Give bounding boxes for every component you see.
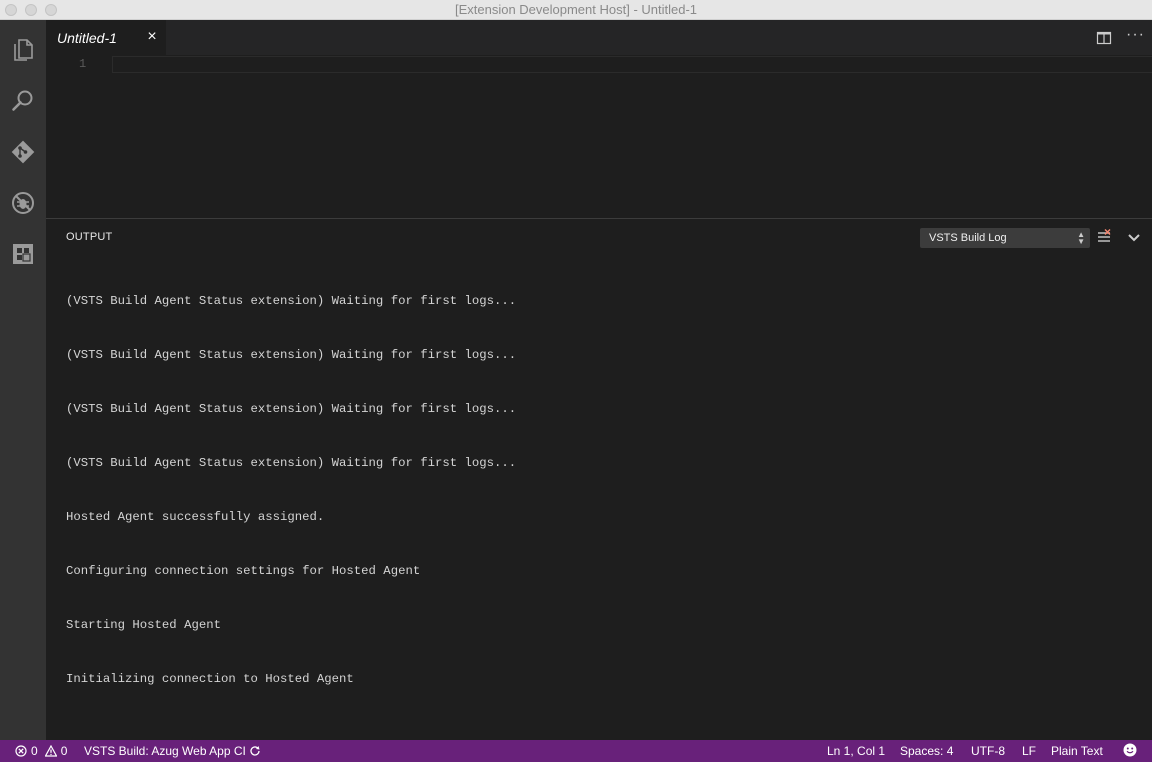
log-line: (VSTS Build Agent Status extension) Wait… (66, 348, 517, 362)
extensions-icon[interactable] (8, 239, 38, 269)
clear-output-icon[interactable] (1096, 229, 1112, 245)
close-icon[interactable]: × (144, 28, 160, 46)
log-line: (VSTS Build Agent Status extension) Wait… (66, 294, 517, 308)
split-editor-icon[interactable] (1096, 30, 1112, 46)
chevron-down-icon[interactable] (1126, 229, 1142, 245)
feedback-smiley-icon[interactable] (1123, 743, 1137, 757)
problems-indicator[interactable]: 0 0 (15, 744, 67, 758)
log-line: Hosted Agent successfully assigned. (66, 510, 325, 524)
line-number: 1 (79, 57, 87, 71)
search-icon[interactable] (8, 86, 38, 116)
error-icon (15, 745, 27, 757)
status-bar: 0 0 VSTS Build: Azug Web App CI Ln 1, Co… (0, 740, 1152, 762)
tab-label: Untitled-1 (57, 30, 117, 46)
debug-icon[interactable] (8, 188, 38, 218)
log-line: (VSTS Build Agent Status extension) Wait… (66, 456, 517, 470)
error-count: 0 (31, 744, 38, 758)
warning-icon (44, 745, 57, 757)
tab-untitled-1[interactable]: Untitled-1 × (46, 20, 166, 55)
select-arrows-icon: ▲ ▼ (1077, 230, 1085, 246)
channel-label: VSTS Build Log (929, 232, 1007, 244)
indentation[interactable]: Spaces: 4 (900, 744, 953, 758)
log-line: Initializing connection to Hosted Agent (66, 672, 354, 686)
log-line: (VSTS Build Agent Status extension) Wait… (66, 402, 517, 416)
warning-count: 0 (60, 744, 68, 758)
text-editor[interactable]: 1 (46, 55, 1152, 218)
language-mode[interactable]: Plain Text (1051, 744, 1103, 758)
more-actions-icon[interactable]: ··· (1126, 27, 1144, 46)
output-log: (VSTS Build Agent Status extension) Wait… (66, 256, 516, 724)
title-bar: [Extension Development Host] - Untitled-… (0, 0, 1152, 20)
log-line: Starting Hosted Agent (66, 618, 221, 632)
editor-tab-bar: Untitled-1 × ··· (46, 20, 1152, 55)
output-panel: OUTPUT VSTS Build Log ▲ ▼ (VSTS Build Age… (46, 218, 1152, 740)
encoding[interactable]: UTF-8 (971, 744, 1005, 758)
files-icon[interactable] (8, 35, 38, 65)
git-icon[interactable] (8, 137, 38, 167)
cursor-position[interactable]: Ln 1, Col 1 (827, 744, 885, 758)
end-of-line[interactable]: LF (1022, 744, 1036, 758)
refresh-icon (250, 746, 260, 756)
current-line-highlight (112, 56, 1152, 73)
activity-bar (0, 20, 46, 740)
log-line: Configuring connection settings for Host… (66, 564, 421, 578)
vsts-build-status[interactable]: VSTS Build: Azug Web App CI (84, 744, 261, 758)
window-title: [Extension Development Host] - Untitled-… (454, 2, 698, 17)
panel-title[interactable]: OUTPUT (66, 231, 112, 243)
output-channel-select[interactable]: VSTS Build Log ▲ ▼ (920, 228, 1090, 248)
build-label: VSTS Build: Azug Web App CI (84, 744, 246, 758)
